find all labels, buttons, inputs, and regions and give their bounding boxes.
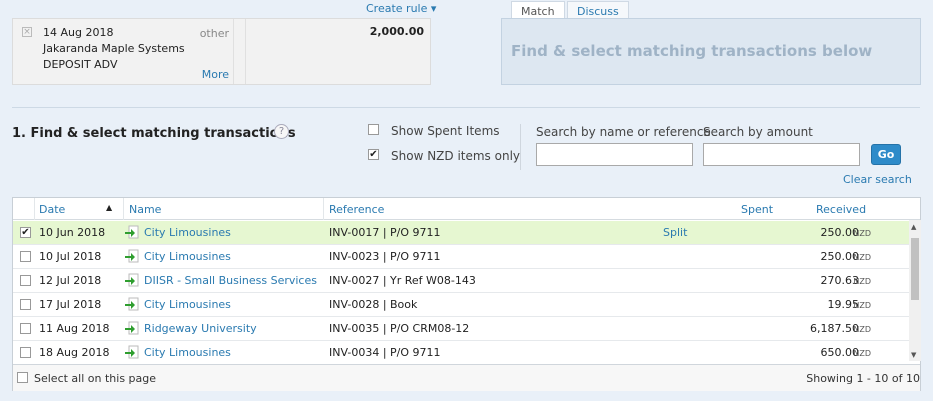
table-row[interactable]: 18 Aug 2018 City Limousines INV-0034 | P… (13, 341, 909, 365)
go-button[interactable]: Go (871, 144, 901, 165)
row-checkbox[interactable] (20, 347, 31, 358)
row-name[interactable]: City Limousines (144, 298, 231, 311)
row-currency: NZD (853, 277, 871, 286)
row-checkbox[interactable]: ✔ (20, 227, 31, 238)
help-icon[interactable]: ? (274, 124, 289, 139)
column-name[interactable]: Name (129, 203, 161, 216)
row-reference: INV-0023 | P/O 9711 (329, 250, 441, 263)
scroll-down-icon[interactable]: ▼ (911, 351, 916, 359)
header-separator (34, 198, 35, 220)
more-link[interactable]: More (202, 68, 229, 81)
section-title: 1. Find & select matching transactions (12, 126, 296, 141)
arrow-right-icon (125, 273, 139, 287)
row-reference: INV-0035 | P/O CRM08-12 (329, 322, 470, 335)
search-name-input[interactable] (536, 143, 693, 166)
statement-amount: 2,000.00 (369, 25, 424, 38)
statement-received-column: 2,000.00 (245, 19, 432, 84)
row-date: 10 Jun 2018 (39, 226, 106, 239)
column-received[interactable]: Received (816, 203, 866, 216)
row-currency: NZD (853, 325, 871, 334)
statement-reference: DEPOSIT ADV (43, 58, 118, 71)
row-checkbox[interactable] (20, 323, 31, 334)
arrow-right-icon (125, 249, 139, 263)
row-date: 12 Jul 2018 (39, 274, 102, 287)
statement-date: 14 Aug 2018 (43, 26, 114, 39)
row-checkbox[interactable] (20, 299, 31, 310)
search-amount-label: Search by amount (703, 125, 813, 139)
table-row[interactable]: ✔ 10 Jun 2018 City Limousines INV-0017 |… (13, 221, 909, 245)
transactions-table: Date ▲ Name Reference Spent Received ✔ 1… (12, 197, 921, 391)
sort-ascending-icon[interactable]: ▲ (106, 203, 112, 212)
column-reference[interactable]: Reference (329, 203, 384, 216)
arrow-right-icon (125, 321, 139, 335)
show-spent-checkbox[interactable] (368, 124, 379, 135)
row-date: 17 Jul 2018 (39, 298, 102, 311)
search-name-label: Search by name or reference (536, 125, 711, 139)
table-header: Date ▲ Name Reference Spent Received (13, 198, 920, 220)
table-footer: Select all on this page Showing 1 - 10 o… (13, 364, 920, 391)
table-scrollbar[interactable]: ▲ ▼ (909, 220, 921, 361)
search-amount-input[interactable] (703, 143, 860, 166)
table-row[interactable]: 11 Aug 2018 Ridgeway University INV-0035… (13, 317, 909, 341)
statement-details: × 14 Aug 2018 Jakaranda Maple Systems DE… (13, 19, 233, 84)
table-row[interactable]: 17 Jul 2018 City Limousines INV-0028 | B… (13, 293, 909, 317)
statement-type: other (199, 27, 229, 40)
row-currency: NZD (853, 301, 871, 310)
section-divider (12, 107, 920, 108)
row-name[interactable]: DIISR - Small Business Services (144, 274, 317, 287)
scroll-up-icon[interactable]: ▲ (911, 223, 916, 231)
row-reference: INV-0028 | Book (329, 298, 418, 311)
arrow-right-icon (125, 297, 139, 311)
row-received: 6,187.50 (810, 322, 859, 335)
column-date[interactable]: Date (39, 203, 65, 216)
table-row[interactable]: 10 Jul 2018 City Limousines INV-0023 | P… (13, 245, 909, 269)
table-row[interactable]: 12 Jul 2018 DIISR - Small Business Servi… (13, 269, 909, 293)
row-reference: INV-0017 | P/O 9711 (329, 226, 441, 239)
remove-icon[interactable]: × (22, 27, 32, 37)
row-currency: NZD (853, 229, 871, 238)
scrollbar-thumb[interactable] (911, 238, 919, 300)
tab-match[interactable]: Match (511, 1, 565, 19)
match-panel-message: Find & select matching transactions belo… (511, 42, 873, 60)
pagination-status: Showing 1 - 10 of 10 (806, 372, 920, 385)
clear-search-link[interactable]: Clear search (843, 173, 912, 186)
row-reference: INV-0034 | P/O 9711 (329, 346, 441, 359)
statement-line-card: × 14 Aug 2018 Jakaranda Maple Systems DE… (12, 18, 431, 85)
statement-payee: Jakaranda Maple Systems (43, 42, 185, 55)
row-name[interactable]: City Limousines (144, 226, 231, 239)
column-spent[interactable]: Spent (741, 203, 773, 216)
arrow-right-icon (125, 345, 139, 359)
row-name[interactable]: Ridgeway University (144, 322, 257, 335)
row-currency: NZD (853, 349, 871, 358)
arrow-right-icon (125, 225, 139, 239)
show-nzd-label: Show NZD items only (391, 149, 521, 163)
show-spent-label: Show Spent Items (391, 124, 500, 138)
select-all-checkbox[interactable] (17, 372, 28, 383)
row-name[interactable]: City Limousines (144, 346, 231, 359)
create-rule-link[interactable]: Create rule ▾ (366, 2, 436, 15)
row-date: 18 Aug 2018 (39, 346, 110, 359)
row-date: 10 Jul 2018 (39, 250, 102, 263)
tab-discuss[interactable]: Discuss (567, 1, 629, 19)
split-link[interactable]: Split (663, 226, 687, 239)
row-reference: INV-0027 | Yr Ref W08-143 (329, 274, 476, 287)
statement-spent-column (233, 19, 245, 84)
row-name[interactable]: City Limousines (144, 250, 231, 263)
match-panel: Find & select matching transactions belo… (501, 18, 921, 85)
row-date: 11 Aug 2018 (39, 322, 110, 335)
row-checkbox[interactable] (20, 251, 31, 262)
row-currency: NZD (853, 253, 871, 262)
header-separator (123, 198, 124, 220)
header-separator (323, 198, 324, 220)
row-checkbox[interactable] (20, 275, 31, 286)
show-nzd-checkbox[interactable]: ✔ (368, 149, 379, 160)
search-divider (520, 124, 521, 170)
select-all-label: Select all on this page (34, 372, 157, 385)
